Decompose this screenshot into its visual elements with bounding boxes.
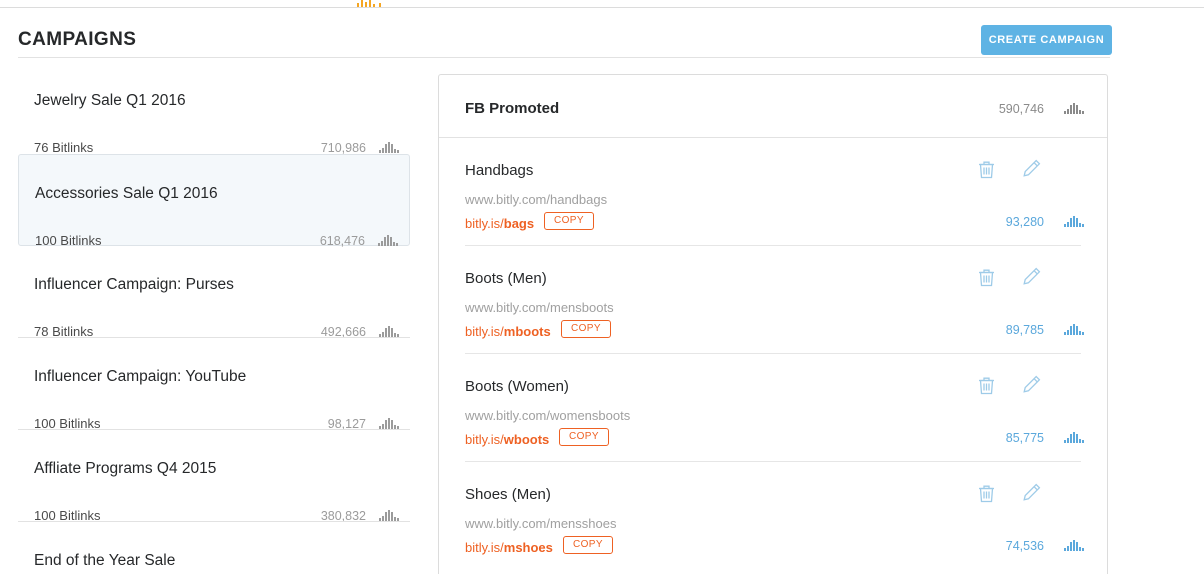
trash-icon[interactable] [978,268,995,292]
bitlink-short-prefix: bitly.is/ [465,432,504,447]
campaigns-page: CAMPAIGNS CREATE CAMPAIGN Jewelry Sale Q… [0,0,1204,574]
page-header: CAMPAIGNS CREATE CAMPAIGN [0,8,1204,58]
copy-button[interactable]: COPY [544,212,594,230]
campaign-name: Affliate Programs Q4 2015 [34,460,217,477]
top-nav-remnant [0,0,1204,8]
bitlink-click-count: 89,785 [1005,323,1044,337]
campaign-click-count: 710,986 [320,141,366,155]
bar-chart-icon[interactable] [1064,538,1085,556]
campaign-name: Influencer Campaign: Purses [34,276,234,293]
bitlink-long-url: www.bitly.com/handbags [465,192,608,207]
bitlink-click-count: 74,536 [1005,539,1044,553]
campaign-list-item[interactable]: Influencer Campaign: YouTube 100 Bitlinks… [18,338,410,431]
bitlink-title: Boots (Women) [465,378,569,395]
pencil-icon[interactable] [1021,266,1042,292]
campaign-bitlink-count: 76 Bitlinks [34,140,94,155]
bar-chart-icon[interactable] [1064,101,1085,119]
campaign-name: End of the Year Sale [34,552,176,569]
pencil-icon[interactable] [1021,374,1042,400]
bitlink-short-url[interactable]: bitly.is/mshoes [465,540,553,555]
copy-button[interactable]: COPY [559,428,609,446]
trash-icon[interactable] [978,376,995,400]
bitlink-long-url: www.bitly.com/womensboots [465,408,631,423]
campaign-list-item[interactable]: Jewelry Sale Q1 2016 76 Bitlinks 710,986 [18,62,410,155]
bitlink-row: Handbags www.bitly.com/handbags bitly.is… [439,138,1107,246]
bitlink-title: Shoes (Men) [465,486,551,503]
campaign-name: Influencer Campaign: YouTube [34,368,247,385]
header-divider [18,57,1110,58]
bitlink-short-prefix: bitly.is/ [465,216,504,231]
bitlink-row: Boots (Men) www.bitly.com/mensboots bitl… [439,246,1107,354]
bitlink-short-prefix: bitly.is/ [465,540,504,555]
panel-title: FB Promoted [465,100,560,117]
bitlink-short-slug: bags [503,216,535,231]
campaign-list-item[interactable]: Accessories Sale Q1 2016 100 Bitlinks 618,… [18,154,410,248]
bar-chart-icon[interactable] [1064,430,1085,448]
bitlink-click-count: 93,280 [1005,215,1044,229]
campaign-detail-panel: FB Promoted 590,746 Handbags www.bitly.c… [438,74,1108,574]
pencil-icon[interactable] [1021,158,1042,184]
bitlink-short-slug: wboots [503,432,550,447]
copy-button[interactable]: COPY [561,320,611,338]
bitlink-title: Handbags [465,162,534,179]
bitlink-click-count: 85,775 [1005,431,1044,445]
bitlink-short-slug: mshoes [503,540,553,555]
campaign-name: Jewelry Sale Q1 2016 [34,92,186,109]
bitlink-long-url: www.bitly.com/mensshoes [465,516,617,531]
bitlink-row: Boots (Women) www.bitly.com/womensboots … [439,354,1107,462]
bitlink-row: Shoes (Men) www.bitly.com/mensshoes bitl… [439,462,1107,570]
bar-chart-icon[interactable] [1064,322,1085,340]
campaign-list-item[interactable]: End of the Year Sale [18,522,410,574]
bitlink-short-url[interactable]: bitly.is/mboots [465,324,551,339]
panel-total-clicks: 590,746 [998,102,1044,116]
campaign-list-item[interactable]: Influencer Campaign: Purses 78 Bitlinks 49… [18,246,410,339]
bitlink-long-url: www.bitly.com/mensboots [465,300,614,315]
bitlink-short-url[interactable]: bitly.is/bags [465,216,534,231]
create-campaign-button[interactable]: CREATE CAMPAIGN [981,25,1112,55]
panel-header: FB Promoted 590,746 [439,75,1107,137]
bitlink-short-slug: mboots [503,324,551,339]
bitlink-title: Boots (Men) [465,270,547,287]
trash-icon[interactable] [978,484,995,508]
pencil-icon[interactable] [1021,482,1042,508]
bitlink-short-prefix: bitly.is/ [465,324,504,339]
bitlink-short-url[interactable]: bitly.is/wboots [465,432,549,447]
bitly-logo-icon [355,0,385,7]
campaign-list: Jewelry Sale Q1 2016 76 Bitlinks 710,986 A… [0,62,437,574]
campaign-name: Accessories Sale Q1 2016 [35,185,218,202]
page-title: CAMPAIGNS [18,29,137,50]
bar-chart-icon[interactable] [1064,214,1085,232]
campaign-list-item[interactable]: Affliate Programs Q4 2015 100 Bitlinks 380… [18,430,410,523]
trash-icon[interactable] [978,160,995,184]
copy-button[interactable]: COPY [563,536,613,554]
